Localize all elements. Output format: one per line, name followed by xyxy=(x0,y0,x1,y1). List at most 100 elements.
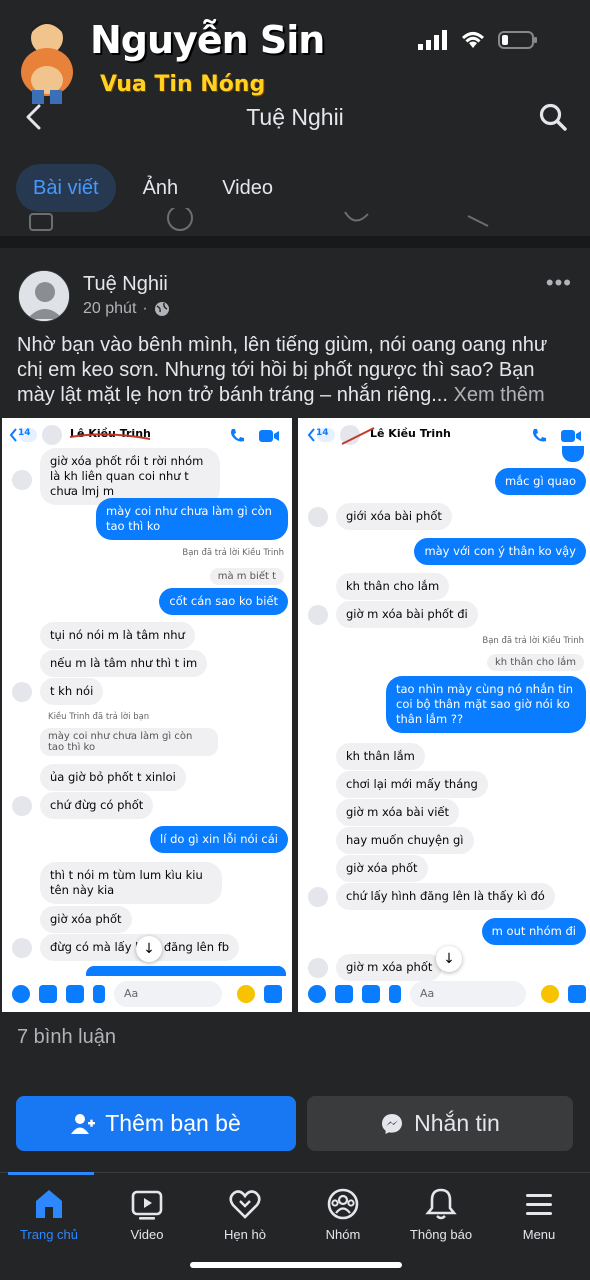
sender-avatar xyxy=(308,887,328,907)
signal-icon xyxy=(418,30,447,50)
see-more-link[interactable]: Xem thêm xyxy=(453,384,544,406)
sender-avatar xyxy=(12,682,32,702)
page-title: Tuệ Nghii xyxy=(246,104,344,130)
image-icon[interactable] xyxy=(362,985,380,1003)
chat-bubble: m out nhóm đi xyxy=(481,918,586,945)
watermark-slogan: Vua Tin Nóng xyxy=(100,72,266,97)
nav-dating-label: Hẹn hò xyxy=(224,1227,266,1242)
video-call-icon xyxy=(561,430,581,442)
post-author[interactable]: Tuệ Nghii xyxy=(83,273,168,296)
nav-dating[interactable]: Hẹn hò xyxy=(196,1187,294,1242)
chat-bubble-partial xyxy=(562,446,584,462)
avatar[interactable] xyxy=(18,270,70,322)
plus-icon[interactable] xyxy=(12,985,30,1003)
bell-icon xyxy=(425,1188,457,1220)
like-icon[interactable] xyxy=(264,985,282,1003)
chat-header: 14 Lê Kiều Trinh xyxy=(298,418,590,452)
chat-bubble: mày coi như chưa làm gì còn tao thì ko xyxy=(96,498,288,540)
scroll-down-icon[interactable]: ↓ xyxy=(436,946,462,972)
chat-header: 14 Lê Kiều Trinh xyxy=(2,418,292,452)
chat-bubble: giờ m xóa bài phốt đi xyxy=(336,601,478,628)
home-indicator xyxy=(190,1262,402,1268)
emoji-icon[interactable] xyxy=(541,985,559,1003)
tab-posts[interactable]: Bài viết xyxy=(16,164,116,212)
nav-menu[interactable]: Menu xyxy=(490,1187,588,1242)
contact-name: Lê Kiều Trinh xyxy=(370,427,451,440)
nav-video[interactable]: Video xyxy=(98,1187,196,1242)
mic-icon[interactable] xyxy=(389,985,401,1003)
nav-notifications-label: Thông báo xyxy=(409,1227,473,1242)
add-friend-button[interactable]: Thêm bạn bè xyxy=(16,1096,296,1151)
sender-avatar xyxy=(12,796,32,816)
chat-bubble-partial xyxy=(86,966,286,976)
chat-bubble: lí do gì xin lỗi nói cái xyxy=(150,826,288,853)
reply-quote: mà m biết t xyxy=(209,568,284,585)
scroll-down-icon[interactable]: ↓ xyxy=(136,936,162,962)
video-icon xyxy=(131,1190,163,1220)
nav-home-label: Trang chủ xyxy=(19,1227,79,1242)
scrolled-action-row xyxy=(0,208,590,232)
emoji-icon[interactable] xyxy=(237,985,255,1003)
back-count: 14 xyxy=(316,428,329,438)
tab-photos[interactable]: Ảnh xyxy=(126,164,196,212)
messenger-icon xyxy=(382,1113,403,1134)
sender-avatar xyxy=(12,938,32,958)
nav-groups-label: Nhóm xyxy=(325,1227,361,1242)
wifi-icon xyxy=(461,32,485,48)
menu-icon xyxy=(526,1194,552,1215)
tab-videos[interactable]: Video xyxy=(205,164,290,212)
watermark-name: Nguyễn Sin xyxy=(90,18,325,62)
chat-bubble: chứ đừg có phốt xyxy=(40,792,154,819)
chat-bubble: giờ xóa phốt rồi t rời nhóm là kh liên q… xyxy=(40,448,220,505)
chat-bubble: chứ lấy hình đăng lên là thấy kì đó xyxy=(336,883,555,910)
chat-bubble: chơi lại mới mấy tháng xyxy=(336,771,488,798)
phone-icon xyxy=(231,429,244,442)
more-options-icon[interactable]: ••• xyxy=(546,270,572,296)
search-button[interactable] xyxy=(538,102,568,132)
status-icons xyxy=(418,30,538,50)
message-input[interactable]: Aa xyxy=(114,981,222,1007)
post-time: 20 phút xyxy=(83,300,137,317)
chat-screenshot-right: 14 Lê Kiều Trinh mắc gì quao giới xóa bà… xyxy=(298,418,590,1012)
chat-bubble: tao nhìn mày cùng nó nhắn tin coi bộ thâ… xyxy=(386,676,586,733)
post-text: Nhờ bạn vào bênh mình, lên tiếng giùm, n… xyxy=(17,333,577,408)
message-input[interactable]: Aa xyxy=(410,981,526,1007)
nav-active-indicator xyxy=(8,1172,94,1175)
like-icon[interactable] xyxy=(568,985,586,1003)
reply-note: Bạn đã trả lời Kiều Trinh xyxy=(182,548,284,558)
chat-bubble: hay muốn chuyện gì xyxy=(336,827,474,854)
post-image[interactable]: 14 Lê Kiều Trinh giờ xóa phốt rồi t rời … xyxy=(0,418,590,1012)
chat-bubble: giờ m xóa bài viết xyxy=(336,799,460,826)
sender-avatar xyxy=(308,958,328,978)
chat-bubble: giới xóa bài phốt xyxy=(336,503,452,530)
plus-icon[interactable] xyxy=(308,985,326,1003)
chat-bubble: t kh nói xyxy=(40,678,104,705)
camera-icon[interactable] xyxy=(335,985,353,1003)
add-friend-label: Thêm bạn bè xyxy=(105,1110,241,1136)
search-icon xyxy=(539,103,567,131)
composer-bar: Aa xyxy=(2,976,292,1012)
reply-note: Kiều Trinh đã trả lời bạn xyxy=(48,712,150,722)
chat-bubble: giờ xóa phốt xyxy=(336,855,428,882)
nav-notifications[interactable]: Thông báo xyxy=(392,1187,490,1242)
post-meta: 20 phút · xyxy=(83,300,170,318)
reply-quote: mày coi như chưa làm gì còn tao thì ko xyxy=(40,728,218,756)
nav-groups[interactable]: Nhóm xyxy=(294,1187,392,1242)
message-button[interactable]: Nhắn tin xyxy=(307,1096,573,1151)
contact-avatar xyxy=(42,425,62,445)
dot-separator: · xyxy=(142,300,148,317)
chat-bubble: thì t nói m tùm lum kìu kiu tên này kia xyxy=(40,862,222,904)
globe-icon xyxy=(154,302,169,316)
comment-count[interactable]: 7 bình luận xyxy=(17,1026,116,1049)
nav-home[interactable]: Trang chủ xyxy=(0,1187,98,1242)
image-icon[interactable] xyxy=(66,985,84,1003)
camera-icon[interactable] xyxy=(39,985,57,1003)
chat-bubble: mắc gì quao xyxy=(494,468,586,495)
chat-bubble: mày với con ý thân ko vậy xyxy=(414,538,586,565)
sender-avatar xyxy=(12,470,32,490)
mic-icon[interactable] xyxy=(93,985,105,1003)
heart-icon xyxy=(229,1190,261,1219)
add-friend-icon xyxy=(71,1113,96,1134)
chat-bubble: kh thân cho lắm xyxy=(336,573,450,600)
chat-bubble: tụi nó nói m là tâm như xyxy=(40,622,195,649)
